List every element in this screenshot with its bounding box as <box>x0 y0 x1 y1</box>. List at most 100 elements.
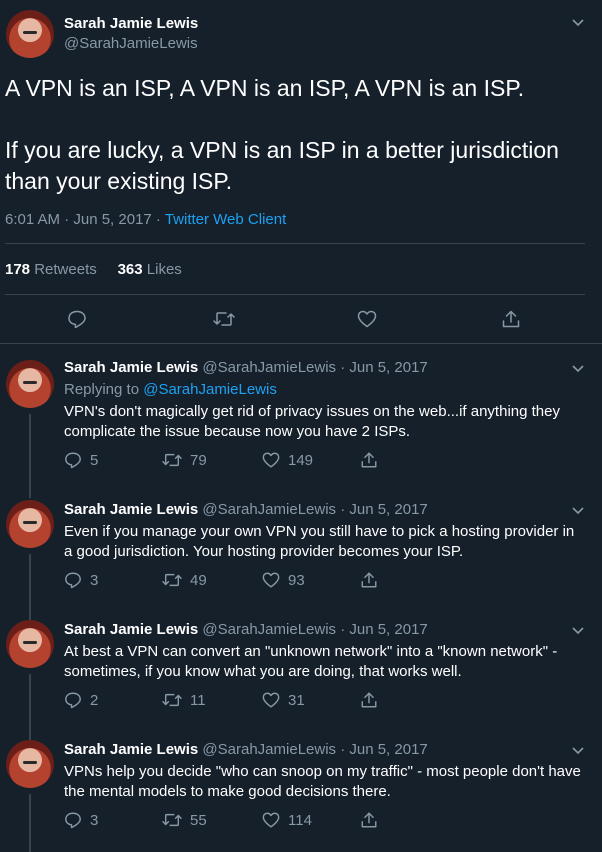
reply-icon <box>65 572 81 589</box>
author-meta[interactable]: @SarahJamieLewis · Jun 5, 2017 <box>202 501 427 518</box>
share-button[interactable] <box>360 811 378 829</box>
like-count: 93 <box>288 571 305 589</box>
retweet-count: 49 <box>190 571 207 589</box>
retweet-icon <box>162 573 182 587</box>
avatar[interactable] <box>6 500 54 548</box>
author-name[interactable]: Sarah Jamie Lewis <box>64 14 198 34</box>
thread-line <box>29 794 31 852</box>
retweet-button[interactable]: 49 <box>162 571 207 589</box>
retweet-icon <box>213 312 235 326</box>
like-button[interactable] <box>357 309 377 329</box>
main-tweet-header: Sarah Jamie Lewis @SarahJamieLewis <box>64 14 198 54</box>
likes-count: 363 <box>117 261 143 278</box>
share-icon <box>361 812 377 828</box>
reply-button[interactable]: 3 <box>64 811 98 829</box>
reply-icon <box>65 692 81 709</box>
heart-icon <box>262 572 280 588</box>
like-button[interactable]: 93 <box>262 571 305 589</box>
reply-text: At best a VPN can convert an "unknown ne… <box>64 643 558 680</box>
reply-button[interactable]: 2 <box>64 691 98 709</box>
retweet-button[interactable] <box>213 309 235 329</box>
author-name[interactable]: Sarah Jamie Lewis <box>64 741 198 758</box>
reply-icon <box>65 452 81 469</box>
reply-tweet[interactable]: Sarah Jamie Lewis @SarahJamieLewis · Jun… <box>0 620 602 740</box>
reply-header: Sarah Jamie Lewis @SarahJamieLewis · Jun… <box>64 500 428 520</box>
share-button[interactable] <box>360 571 378 589</box>
thread-line <box>29 554 31 620</box>
chevron-down-icon[interactable] <box>570 502 586 518</box>
reply-icon <box>68 310 86 329</box>
chevron-down-icon[interactable] <box>570 622 586 638</box>
reply-header: Sarah Jamie Lewis @SarahJamieLewis · Jun… <box>64 620 428 640</box>
retweet-icon <box>162 693 182 707</box>
retweet-count: 55 <box>190 811 207 829</box>
retweets-count: 178 <box>5 261 31 278</box>
author-handle[interactable]: @SarahJamieLewis <box>64 34 198 54</box>
reply-count: 3 <box>90 571 99 589</box>
retweet-button[interactable]: 55 <box>162 811 207 829</box>
divider <box>5 294 585 295</box>
replying-to: Replying to @SarahJamieLewis <box>64 380 277 400</box>
thread-line <box>29 674 31 740</box>
author-name[interactable]: Sarah Jamie Lewis <box>64 359 198 376</box>
like-count: 31 <box>288 691 305 709</box>
reply-count: 5 <box>90 451 99 469</box>
like-button[interactable]: 31 <box>262 691 305 709</box>
divider <box>5 243 585 244</box>
replying-prefix: Replying to <box>64 381 144 398</box>
chevron-down-icon[interactable] <box>570 360 586 376</box>
reply-tweet[interactable]: Sarah Jamie Lewis @SarahJamieLewis · Jun… <box>0 740 602 852</box>
author-meta[interactable]: @SarahJamieLewis · Jun 5, 2017 <box>202 621 427 638</box>
avatar[interactable] <box>6 740 54 788</box>
timestamp[interactable]: 6:01 AM · Jun 5, 2017 · <box>5 211 165 228</box>
tweet-text: A VPN is an ISP, A VPN is an ISP, A VPN … <box>5 75 559 194</box>
author-meta[interactable]: @SarahJamieLewis · Jun 5, 2017 <box>202 741 427 758</box>
divider <box>0 343 602 344</box>
like-button[interactable]: 114 <box>262 811 312 829</box>
retweets-label: Retweets <box>34 261 97 278</box>
share-icon <box>361 692 377 708</box>
reply-tweet[interactable]: Sarah Jamie Lewis @SarahJamieLewis · Jun… <box>0 358 602 498</box>
reply-text: VPNs help you decide "who can snoop on m… <box>64 763 581 800</box>
thread-line <box>29 414 31 498</box>
avatar[interactable] <box>6 360 54 408</box>
share-button[interactable] <box>360 691 378 709</box>
like-count: 149 <box>288 451 314 469</box>
chevron-down-icon[interactable] <box>570 14 586 30</box>
retweet-count: 11 <box>190 691 206 709</box>
like-button[interactable]: 149 <box>262 451 313 469</box>
reply-count: 2 <box>90 691 99 709</box>
like-count: 114 <box>288 811 312 829</box>
retweets-stat[interactable]: 178 Retweets <box>5 261 97 278</box>
heart-icon <box>357 310 377 328</box>
tweet-meta: 6:01 AM · Jun 5, 2017 · Twitter Web Clie… <box>5 210 286 230</box>
replying-to-link[interactable]: @SarahJamieLewis <box>143 381 277 398</box>
reply-text: VPN's don't magically get rid of privacy… <box>64 403 560 440</box>
heart-icon <box>262 812 280 828</box>
tweet-stats: 178 Retweets 363 Likes <box>5 260 182 280</box>
author-name[interactable]: Sarah Jamie Lewis <box>64 501 198 518</box>
reply-button[interactable]: 3 <box>64 571 98 589</box>
author-name[interactable]: Sarah Jamie Lewis <box>64 621 198 638</box>
reply-count: 3 <box>90 811 99 829</box>
reply-text: Even if you manage your own VPN you stil… <box>64 523 575 560</box>
thread-line <box>29 488 31 490</box>
heart-icon <box>262 692 280 708</box>
client-link[interactable]: Twitter Web Client <box>165 211 286 228</box>
share-button[interactable] <box>360 451 378 469</box>
reply-button[interactable] <box>67 309 87 329</box>
retweet-icon <box>162 813 182 827</box>
retweet-icon <box>162 453 182 467</box>
reply-button[interactable]: 5 <box>64 451 98 469</box>
share-button[interactable] <box>501 309 521 329</box>
retweet-button[interactable]: 79 <box>162 451 207 469</box>
reply-tweet[interactable]: Sarah Jamie Lewis @SarahJamieLewis · Jun… <box>0 488 602 620</box>
likes-stat[interactable]: 363 Likes <box>118 261 182 278</box>
avatar[interactable] <box>6 10 54 58</box>
author-meta[interactable]: @SarahJamieLewis · Jun 5, 2017 <box>202 359 427 376</box>
share-icon <box>361 452 377 468</box>
avatar[interactable] <box>6 620 54 668</box>
retweet-button[interactable]: 11 <box>162 691 206 709</box>
chevron-down-icon[interactable] <box>570 742 586 758</box>
likes-label: Likes <box>146 261 182 278</box>
